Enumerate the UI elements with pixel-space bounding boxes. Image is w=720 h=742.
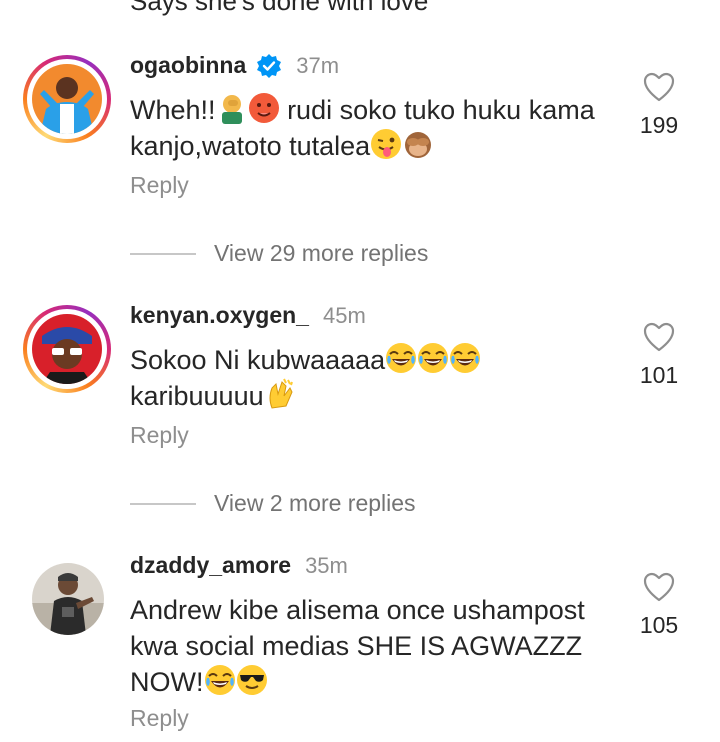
divider-line <box>130 502 196 505</box>
laughing-emoji-icon <box>449 342 481 374</box>
like-count: 101 <box>639 362 679 388</box>
comment-time: 35m <box>305 552 348 578</box>
comment-time: 45m <box>322 302 366 328</box>
sunglasses-emoji-icon <box>236 665 267 695</box>
reply-button[interactable]: Reply <box>130 705 189 732</box>
winking-tongue-emoji-icon <box>371 129 402 159</box>
like-count: 105 <box>639 612 679 638</box>
comment-text: Wheh!! rudi soko tuko huku kama kanjo,wa… <box>130 92 620 164</box>
comment-text: Andrew kibe alisema once ushampost kwa s… <box>130 595 585 697</box>
comment-text: Sokoo Ni kubwaaaaa karibuuuuu <box>130 342 620 414</box>
like-group: 199 <box>636 72 682 139</box>
avatar[interactable] <box>32 314 102 384</box>
heart-icon[interactable] <box>643 572 675 602</box>
see-no-evil-monkey-icon <box>405 132 432 158</box>
divider-line <box>130 252 196 255</box>
username[interactable]: ogaobinna <box>130 52 246 79</box>
previous-comment-text: Says she's done with love <box>130 0 429 16</box>
story-ring[interactable] <box>23 305 111 393</box>
avatar[interactable] <box>32 563 104 635</box>
view-replies-button[interactable]: View 2 more replies <box>130 490 416 517</box>
comment-time: 37m <box>296 52 340 78</box>
hot-face-emoji-icon <box>248 93 279 123</box>
reply-button[interactable]: Reply <box>130 422 189 449</box>
clapping-hands-emoji-icon <box>269 378 293 409</box>
facepalm-emoji-icon <box>221 95 242 124</box>
verified-badge-icon <box>257 53 282 78</box>
like-group: 101 <box>636 322 682 389</box>
like-count: 199 <box>639 112 679 138</box>
story-ring[interactable] <box>23 55 111 143</box>
username[interactable]: dzaddy_amore <box>130 552 291 579</box>
like-group: 105 <box>636 572 682 639</box>
reply-button[interactable]: Reply <box>130 172 189 199</box>
username[interactable]: kenyan.oxygen_ <box>130 302 309 329</box>
avatar[interactable] <box>32 64 102 134</box>
laughing-emoji-icon <box>417 342 449 374</box>
heart-icon[interactable] <box>643 72 675 102</box>
laughing-emoji-icon <box>385 342 417 374</box>
laughing-emoji-icon <box>204 664 236 696</box>
view-replies-button[interactable]: View 29 more replies <box>130 240 428 267</box>
heart-icon[interactable] <box>643 322 675 352</box>
